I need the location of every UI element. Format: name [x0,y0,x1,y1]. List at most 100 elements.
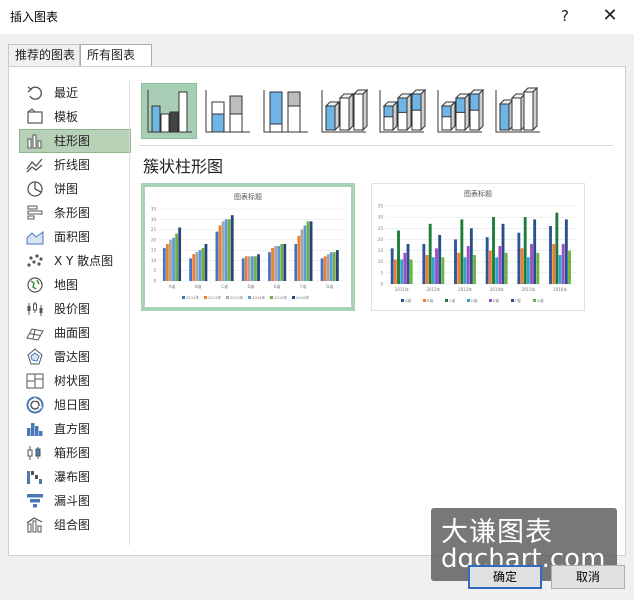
bar [558,255,562,284]
bar [495,257,499,284]
tab-recommended-charts[interactable]: 推荐的图表 [8,44,80,66]
sidebar-item-label: 饼图 [54,182,79,196]
chart-subtype-heading: 簇状柱形图 [143,157,224,176]
sidebar-item-label: 雷达图 [54,350,91,364]
bar [271,248,274,281]
bar [254,256,257,281]
stock-chart-icon [25,300,45,318]
tab-all-charts[interactable]: 所有图表 [80,44,152,67]
dialog-title: 插入图表 [10,10,59,24]
sidebar-item-funnel-chart[interactable]: 漏斗图 [19,489,131,513]
chart-preview-by-province[interactable]: 图表标题 0 5 10 15 20 25 30 35 A省 B省 C省 D省 E省 F省 G省 2011年 201… [141,183,355,311]
bar [326,254,330,281]
legend-swatch [248,296,251,299]
legend-swatch [292,296,295,299]
sidebar-item-pie-chart[interactable]: 饼图 [19,177,131,201]
bar [400,259,404,284]
sidebar-item-label: 曲面图 [54,326,91,340]
legend-swatch [511,299,514,302]
bar [549,226,552,284]
sidebar-item-bar-chart[interactable]: 条形图 [19,201,131,225]
x-tick-label: C省 [221,283,228,289]
sidebar-item-label: 面积图 [54,230,91,244]
x-tick-label: 2014年 [490,286,504,292]
sidebar-item-sunburst-chart[interactable]: 旭日图 [19,393,131,417]
clustered-column-preview-2: 图表标题 0 5 10 15 20 25 30 35 2011年 2012年 2013年 2014年 20… [378,189,576,303]
help-button[interactable]: ? [551,4,579,28]
clustered-column-icon[interactable] [141,83,197,139]
3d-stacked-column-icon[interactable] [373,83,429,139]
legend-label: 2016年 [296,295,310,300]
bar [463,257,467,284]
100-stacked-column-icon[interactable] [257,83,313,139]
bar [530,243,533,284]
combo-chart-icon [25,516,45,534]
close-button[interactable]: ✕ [596,4,624,28]
x-tick-label: F省 [300,283,306,289]
sidebar-item-surface-chart[interactable]: 曲面图 [19,321,131,345]
chart-preview-by-year[interactable]: 图表标题 0 5 10 15 20 25 30 35 2011年 2012年 2013年 2014年 20… [371,183,585,311]
legend-label: E省 [493,298,499,303]
bar [162,248,166,281]
3d-100-stacked-column-icon[interactable] [431,83,487,139]
sidebar-item-column-chart[interactable]: 柱形图 [19,129,131,153]
bar [390,248,394,284]
bar [294,243,298,281]
bar [488,250,492,284]
funnel-chart-icon [25,492,45,510]
bar [329,252,333,281]
bar [280,243,284,281]
sidebar-item-label: 地图 [54,278,79,292]
sidebar-item-box-whisker-chart[interactable]: 箱形图 [19,441,131,465]
y-tick-label: 10 [378,259,384,264]
sidebar-item-map-chart[interactable]: 地图 [19,273,131,297]
sidebar-item-waterfall-chart[interactable]: 瀑布图 [19,465,131,489]
waterfall-chart-icon [25,468,45,486]
bar [454,239,457,284]
sidebar-item-scatter-chart[interactable]: X Y 散点图 [19,249,131,273]
sidebar-item-histogram-chart[interactable]: 直方图 [19,417,131,441]
bar [218,225,222,281]
sidebar-item-radar-chart[interactable]: 雷达图 [19,345,131,369]
bar [189,258,192,281]
stacked-column-icon[interactable] [199,83,255,139]
legend-swatch [204,296,207,299]
bar [485,237,489,284]
bar [306,221,310,281]
bar [221,221,225,281]
bar [227,219,231,281]
bar [195,252,199,281]
area-chart-icon [25,228,45,246]
legend-label: A省 [405,298,412,303]
bar [460,219,464,284]
sidebar-item-label: 旭日图 [54,398,91,412]
bar [406,243,410,284]
bar [555,212,559,284]
legend-label: D省 [471,298,478,303]
bar [297,235,301,281]
sidebar-item-treemap-chart[interactable]: 树状图 [19,369,131,393]
3d-column-icon[interactable] [489,83,545,139]
x-tick-label: A省 [169,283,176,289]
sidebar-item-area-chart[interactable]: 面积图 [19,225,131,249]
3d-clustered-column-icon[interactable] [315,83,371,139]
legend-swatch [270,296,273,299]
bar [300,229,304,281]
recent-icon [25,84,45,102]
y-tick-label: 25 [378,226,384,231]
sidebar-item-recent[interactable]: 最近 [19,81,131,105]
sidebar-item-template[interactable]: 模板 [19,105,131,129]
sidebar-item-line-chart[interactable]: 折线图 [19,153,131,177]
chart-type-list: 最近 模板 柱形图折线图饼图条形图面积图 X Y 散点图地图股价图曲面图雷达图树状图旭… [19,81,131,537]
legend-label: 2015年 [274,295,288,300]
sidebar-item-combo-chart[interactable]: 组合图 [19,513,131,537]
sidebar-item-stock-chart[interactable]: 股价图 [19,297,131,321]
bar [241,258,245,281]
pie-chart-icon [25,180,45,198]
bar [247,256,251,281]
cancel-button[interactable]: 取消 [551,565,625,589]
sidebar-item-label: 折线图 [54,158,91,172]
ok-button[interactable]: 确定 [468,565,542,589]
y-tick-label: 20 [151,237,157,242]
vertical-divider [129,81,130,545]
